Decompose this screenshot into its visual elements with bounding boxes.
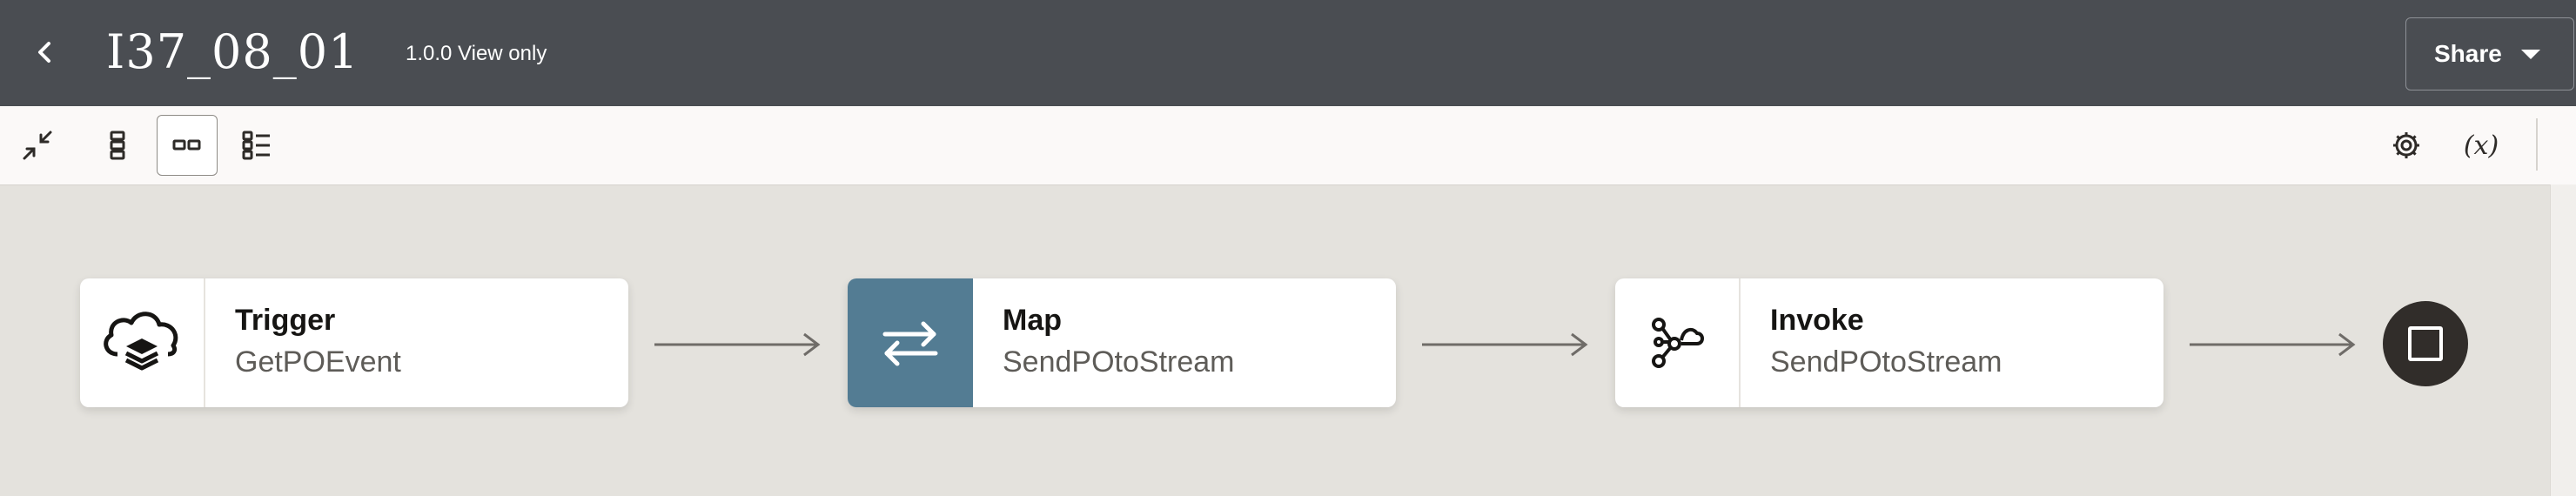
- trigger-node[interactable]: Trigger GetPOEvent: [80, 278, 628, 407]
- map-node[interactable]: Map SendPOtoStream: [848, 278, 1396, 407]
- node-name: SendPOtoStream: [1770, 345, 2002, 379]
- share-label: Share: [2434, 40, 2502, 67]
- vertical-scrollbar[interactable]: [2550, 184, 2576, 496]
- chevron-left-icon: [38, 42, 50, 63]
- node-type: Map: [1003, 304, 1062, 337]
- horizontal-layout-button[interactable]: [157, 115, 218, 176]
- node-icon-box: [1615, 278, 1741, 407]
- node-text: Trigger GetPOEvent: [205, 278, 401, 407]
- end-node[interactable]: [2383, 301, 2468, 386]
- collapse-button[interactable]: [7, 115, 68, 176]
- toolbar-divider: [2536, 118, 2538, 171]
- collapse-icon: [23, 131, 52, 160]
- node-text: Map SendPOtoStream: [973, 278, 1234, 407]
- flow-arrow: [654, 332, 821, 357]
- share-button[interactable]: Share: [2405, 17, 2574, 90]
- variables-button[interactable]: (x): [2451, 115, 2512, 176]
- node-icon-box: [848, 278, 973, 407]
- stop-icon: [2408, 326, 2443, 361]
- node-name: GetPOEvent: [235, 345, 401, 379]
- header-bar: I37_08_01 1.0.0 View only Share: [0, 0, 2576, 106]
- stream-network-icon: [1652, 318, 1704, 368]
- pseudo-layout-button[interactable]: [226, 115, 287, 176]
- chevron-down-icon: [2520, 49, 2540, 59]
- flow-arrow: [2190, 332, 2356, 357]
- back-button[interactable]: [24, 31, 66, 73]
- node-type: Invoke: [1770, 304, 1864, 337]
- canvas-toolbar: (x): [0, 106, 2576, 185]
- invoke-node[interactable]: Invoke SendPOtoStream: [1615, 278, 2163, 407]
- vertical-layout-button[interactable]: [87, 115, 148, 176]
- integration-canvas: Trigger GetPOEvent Map SendPOtoStream In…: [0, 184, 2550, 496]
- page-title: I37_08_01: [106, 24, 359, 79]
- settings-button[interactable]: [2376, 115, 2437, 176]
- node-type: Trigger: [235, 304, 336, 337]
- horizontal-layout-icon: [172, 139, 201, 151]
- flow-arrow: [1422, 332, 1588, 357]
- pseudo-layout-icon: [242, 131, 270, 160]
- variables-icon: (x): [2463, 130, 2499, 161]
- node-name: SendPOtoStream: [1003, 345, 1235, 379]
- gear-icon: [2393, 132, 2419, 158]
- vertical-layout-icon: [110, 131, 125, 160]
- cloud-stack-icon: [104, 312, 178, 371]
- node-text: Invoke SendPOtoStream: [1741, 278, 2002, 407]
- version-label: 1.0.0 View only: [406, 42, 547, 65]
- swap-arrows-icon: [882, 321, 938, 366]
- node-icon-box: [80, 278, 205, 407]
